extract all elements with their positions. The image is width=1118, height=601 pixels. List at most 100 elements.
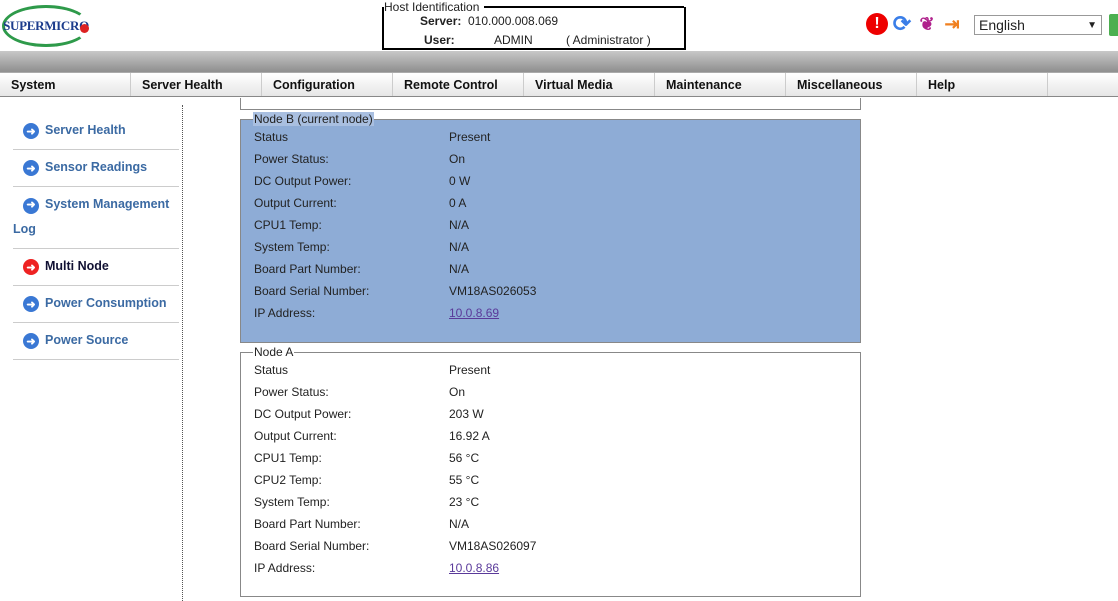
info-row: Status Present: [254, 126, 860, 148]
info-row: Output Current: 16.92 A: [254, 425, 860, 447]
menu-server-health[interactable]: Server Health: [131, 73, 262, 96]
info-value: 0 W: [449, 174, 471, 188]
info-row: CPU1 Temp: N/A: [254, 214, 860, 236]
info-value: Present: [449, 363, 491, 377]
info-value: N/A: [449, 262, 470, 276]
menu-help[interactable]: Help: [917, 73, 1048, 96]
info-label: Board Part Number:: [254, 262, 361, 276]
alert-icon[interactable]: !: [866, 13, 888, 35]
info-value: Present: [449, 130, 491, 144]
menu-remote-control[interactable]: Remote Control: [393, 73, 524, 96]
node-a-panel: Node A Status Present Power Status: On DC Ou…: [240, 345, 861, 597]
host-identification: Host Identification Server: 010.000.008.…: [382, 0, 686, 50]
menu-system[interactable]: System: [0, 73, 131, 96]
info-value: N/A: [449, 240, 470, 254]
info-row: Board Part Number: N/A: [254, 513, 860, 535]
info-label: IP Address:: [254, 306, 316, 320]
arrow-icon: ➜: [23, 259, 39, 275]
node-b-panel: Node B (current node) Status Present Power…: [240, 112, 861, 343]
info-row: Board Serial Number: VM18AS026097: [254, 535, 860, 557]
node-b-title: Node B (current node): [253, 112, 374, 126]
info-value: 23 °C: [449, 495, 480, 509]
info-row: System Temp: 23 °C: [254, 491, 860, 513]
info-value: On: [449, 152, 466, 166]
info-label: Power Status:: [254, 152, 329, 166]
language-select[interactable]: English ▼: [974, 15, 1102, 35]
sidebar-divider: [182, 105, 183, 601]
info-label: Board Serial Number:: [254, 284, 370, 298]
sidebar-item-server-health[interactable]: ➜ Server Health: [13, 113, 179, 150]
info-row: Board Part Number: N/A: [254, 258, 860, 280]
server-value: 010.000.008.069: [468, 14, 559, 28]
arrow-icon: ➜: [23, 197, 39, 214]
logout-icon[interactable]: ⇥: [941, 13, 963, 35]
info-value: 56 °C: [449, 451, 480, 465]
info-label: IP Address:: [254, 561, 316, 575]
ip-address-link[interactable]: 10.0.8.86: [449, 561, 499, 575]
sidebar: ➜ Server Health ➜ Sensor Readings ➜ System …: [13, 113, 179, 360]
info-row: IP Address: 10.0.8.69: [254, 302, 860, 324]
menu-miscellaneous[interactable]: Miscellaneous: [786, 73, 917, 96]
info-label: DC Output Power:: [254, 407, 352, 421]
node-a-title: Node A: [254, 345, 294, 359]
green-button[interactable]: [1109, 14, 1118, 36]
sidebar-item-power-consumption[interactable]: ➜ Power Consumption: [13, 286, 179, 323]
info-label: CPU1 Temp:: [254, 218, 322, 232]
info-label: CPU1 Temp:: [254, 451, 322, 465]
sidebar-item-power-source[interactable]: ➜ Power Source: [13, 323, 179, 360]
user-label: User:: [424, 33, 455, 47]
main-menu: System Server Health Configuration Remot…: [0, 72, 1118, 97]
info-value: On: [449, 385, 466, 399]
info-label: System Temp:: [254, 240, 330, 254]
arrow-icon: ➜: [23, 296, 39, 312]
info-label: System Temp:: [254, 495, 330, 509]
info-value: 0 A: [449, 196, 467, 210]
info-value: VM18AS026097: [449, 539, 537, 553]
menu-configuration[interactable]: Configuration: [262, 73, 393, 96]
info-row: CPU2 Temp: 55 °C: [254, 469, 860, 491]
user-role: ( Administrator ): [566, 33, 651, 47]
info-row: DC Output Power: 203 W: [254, 403, 860, 425]
sidebar-item-system-management-log[interactable]: ➜ System Management Log: [13, 187, 179, 249]
info-value: 203 W: [449, 407, 484, 421]
info-value: VM18AS026053: [449, 284, 537, 298]
leaf-icon[interactable]: ❦: [916, 13, 938, 35]
info-label: Output Current:: [254, 429, 337, 443]
info-value: N/A: [449, 218, 470, 232]
previous-panel-edge: [240, 98, 861, 110]
arrow-icon: ➜: [23, 123, 39, 139]
info-row: IP Address: 10.0.8.86: [254, 557, 860, 579]
info-row: Board Serial Number: VM18AS026053: [254, 280, 860, 302]
info-label: Board Part Number:: [254, 517, 361, 531]
menu-maintenance[interactable]: Maintenance: [655, 73, 786, 96]
info-label: DC Output Power:: [254, 174, 352, 188]
dropdown-arrow-icon: ▼: [1087, 19, 1097, 31]
info-row: Output Current: 0 A: [254, 192, 860, 214]
info-label: Status: [254, 363, 289, 377]
info-row: System Temp: N/A: [254, 236, 860, 258]
info-row: CPU1 Temp: 56 °C: [254, 447, 860, 469]
header-bar: [0, 51, 1118, 72]
info-label: Output Current:: [254, 196, 337, 210]
sidebar-item-sensor-readings[interactable]: ➜ Sensor Readings: [13, 150, 179, 187]
ip-address-link[interactable]: 10.0.8.69: [449, 306, 499, 320]
info-value: N/A: [449, 517, 470, 531]
user-value: ADMIN: [494, 33, 533, 47]
info-row: DC Output Power: 0 W: [254, 170, 860, 192]
arrow-icon: ➜: [23, 160, 39, 176]
refresh-icon[interactable]: ⟳: [891, 11, 913, 36]
info-label: Power Status:: [254, 385, 329, 399]
supermicro-logo: SUPERMICRO: [2, 5, 90, 47]
info-row: Status Present: [254, 359, 860, 381]
info-label: CPU2 Temp:: [254, 473, 322, 487]
host-id-legend: Host Identification: [384, 0, 482, 14]
info-label: Status: [254, 130, 289, 144]
info-value: 16.92 A: [449, 429, 490, 443]
info-value: 55 °C: [449, 473, 480, 487]
menu-virtual-media[interactable]: Virtual Media: [524, 73, 655, 96]
server-label: Server:: [420, 14, 462, 28]
info-label: Board Serial Number:: [254, 539, 370, 553]
info-row: Power Status: On: [254, 381, 860, 403]
arrow-icon: ➜: [23, 333, 39, 349]
sidebar-item-multi-node[interactable]: ➜ Multi Node: [13, 249, 179, 286]
